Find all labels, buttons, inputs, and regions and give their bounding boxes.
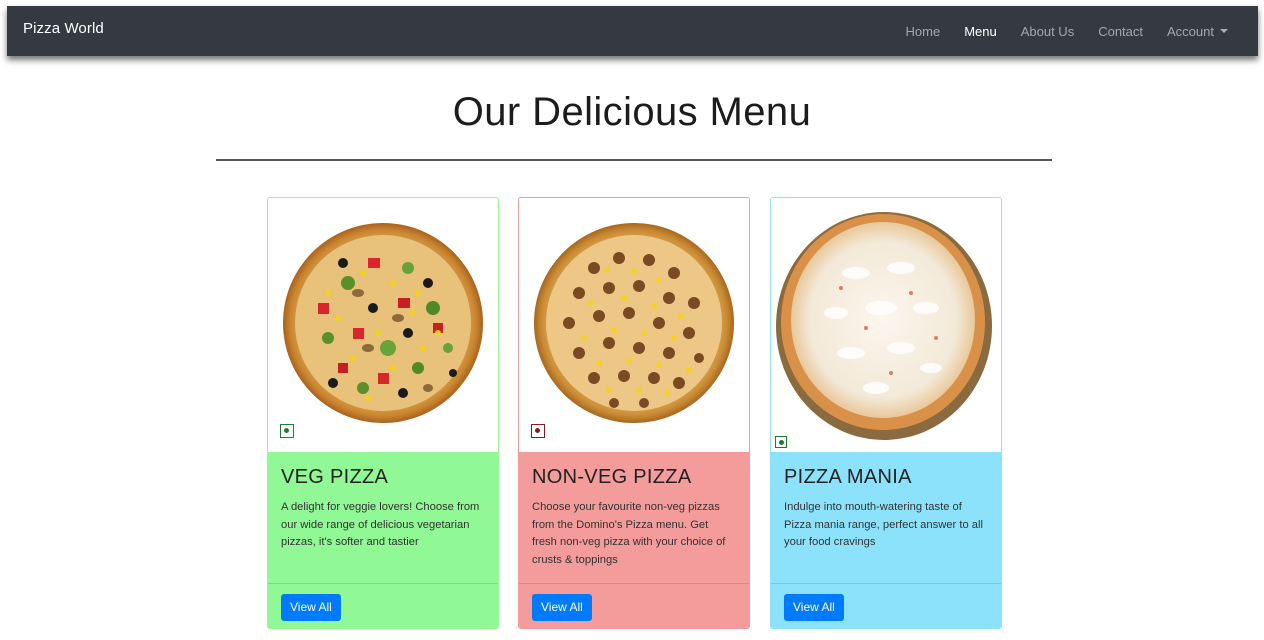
card-footer: View All: [268, 583, 498, 628]
menu-card-veg-pizza: VEG PIZZA A delight for veggie lovers! C…: [267, 197, 499, 629]
card-body: NON-VEG PIZZA Choose your favourite non-…: [519, 452, 749, 583]
brand-link[interactable]: Pizza World: [23, 20, 104, 37]
card-title: VEG PIZZA: [281, 466, 389, 488]
card-text: A delight for veggie lovers! Choose from…: [281, 501, 480, 548]
card-footer: View All: [519, 583, 749, 628]
nav-link-label: About Us: [1020, 23, 1075, 39]
card-footer: View All: [771, 583, 1001, 628]
veg-pizza-image: [268, 198, 498, 452]
nav-links: Home Menu About Us Contact Account: [882, 6, 1228, 56]
pizza-mania-image: [771, 198, 1001, 452]
card-title: NON-VEG PIZZA: [532, 466, 692, 488]
menu-card-pizza-mania: PIZZA MANIA Indulge into mouth-watering …: [770, 197, 1002, 629]
veg-mark-icon: [775, 436, 787, 448]
card-text: Indulge into mouth-watering taste of Piz…: [784, 501, 983, 548]
nav-link-label: Menu: [964, 23, 997, 39]
nav-link-contact[interactable]: Contact: [1098, 24, 1143, 39]
card-body: VEG PIZZA A delight for veggie lovers! C…: [268, 452, 498, 583]
nav-link-label: Contact: [1098, 23, 1144, 39]
page-title: Our Delicious Menu: [452, 90, 812, 134]
view-all-pizza-mania-button[interactable]: View All: [784, 594, 844, 621]
nav-link-home[interactable]: Home: [906, 24, 941, 39]
nonveg-mark-icon: [531, 424, 545, 438]
non-veg-pizza-image: [519, 198, 749, 452]
nav-link-menu[interactable]: Menu: [964, 24, 997, 39]
card-title: PIZZA MANIA: [784, 466, 912, 488]
view-all-veg-button[interactable]: View All: [281, 594, 341, 621]
veg-mark-icon: [280, 424, 294, 438]
heading-divider: [216, 159, 1052, 161]
card-body: PIZZA MANIA Indulge into mouth-watering …: [771, 452, 1001, 583]
menu-card-non-veg-pizza: NON-VEG PIZZA Choose your favourite non-…: [518, 197, 750, 629]
card-text: Choose your favourite non-veg pizzas fro…: [532, 501, 726, 566]
nav-link-label: Home: [905, 23, 941, 39]
caret-down-icon: [1220, 29, 1228, 33]
nav-dropdown-account[interactable]: Account: [1167, 24, 1228, 39]
view-all-non-veg-button[interactable]: View All: [532, 594, 592, 621]
nav-link-about-us[interactable]: About Us: [1021, 24, 1074, 39]
navbar: Pizza World Home Menu About Us Contact A…: [7, 6, 1258, 56]
nav-link-label: Account: [1167, 23, 1214, 39]
